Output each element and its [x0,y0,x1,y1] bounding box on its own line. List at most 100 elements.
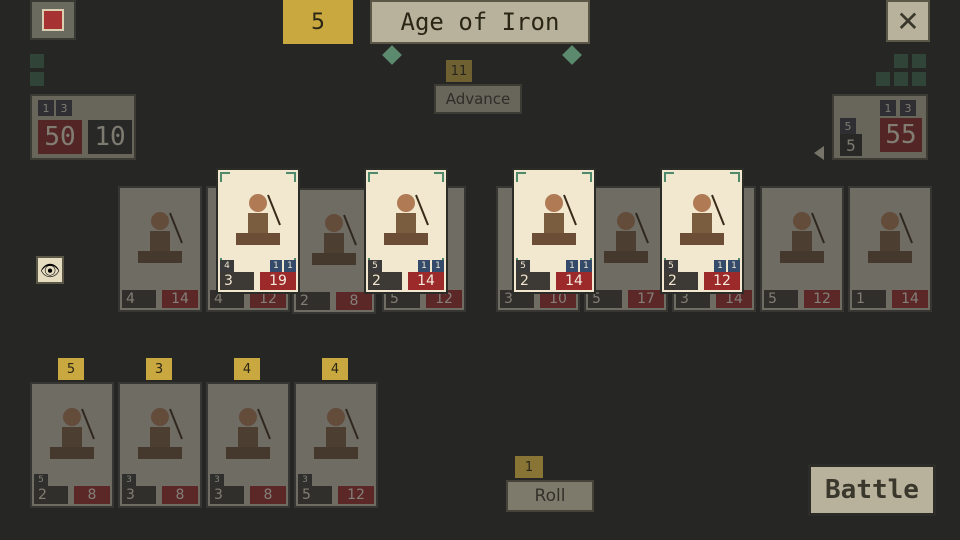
card-attack-value: 2 [38,487,47,503]
unit-icon [302,392,370,476]
card-level: 3 [122,474,136,486]
board-unit-card[interactable]: 5 1 1 2 14 [512,168,596,294]
card-attack: 2 [34,486,68,504]
background-unit-card[interactable]: 1 14 [848,186,932,312]
card-range: 1 [566,260,578,272]
card-attack-value: 2 [300,293,309,309]
board-unit-card[interactable]: 5 1 1 2 14 [364,168,448,294]
card-level: 5 [368,260,382,272]
card-attack-value: 2 [668,273,677,289]
slot-indicator [894,54,908,68]
card-level: 3 [298,474,312,486]
slot-indicator [912,72,926,86]
background-unit-card[interactable]: 5 12 [760,186,844,312]
slot-indicator [30,72,44,86]
unit-icon [126,392,194,476]
card-level: 4 [220,260,234,272]
card-attack-value: 2 [372,273,381,289]
unit-icon [300,198,368,282]
card-level: 3 [210,474,224,486]
card-health: 12 [704,272,740,290]
card-attack: 2 [664,272,698,290]
card-attack: 3 [220,272,254,290]
hand-unit-card[interactable]: 33 8 [206,382,290,508]
slot-indicator [30,54,44,68]
card-attack: 2 [516,272,550,290]
hand-unit-card[interactable]: 3 5 12 [294,382,378,508]
unit-icon [126,196,194,280]
card-attack: 4 [122,290,156,308]
background-unit-card[interactable]: 4 14 [118,186,202,312]
card-attack-value: 2 [520,273,529,289]
card-attack: 2 [368,272,402,290]
player-left-rank: 3 [56,100,72,116]
card-health: 8 [250,486,286,504]
close-button[interactable]: ✕ [886,0,930,42]
card-level: 5 [34,474,48,486]
hand-unit-card[interactable]: 33 8 [118,382,202,508]
shield-icon [42,9,64,31]
player-right-gold: 5 [840,134,862,156]
card-health: 12 [338,486,374,504]
player-right-tier: 1 [880,100,896,116]
board-unit-card[interactable]: 5 1 1 2 12 [660,168,744,294]
unit-icon [214,392,282,476]
battle-button[interactable]: Battle [808,464,936,516]
menu-shield-button[interactable] [30,0,76,40]
card-attack-value: 4 [126,291,135,307]
advance-button[interactable]: Advance [434,84,522,114]
eye-toggle-button[interactable]: 👁 [36,256,64,284]
card-speed: 1 [728,260,740,272]
turn-counter: 5 [283,0,353,44]
card-attack: 2 [296,292,330,310]
card-level: 5 [664,260,678,272]
card-health: 8 [74,486,110,504]
card-range: 1 [418,260,430,272]
card-attack-value: 3 [214,487,223,503]
advance-cost: 11 [446,60,472,82]
unit-icon [592,196,660,280]
player-right-level: 5 [840,118,856,134]
card-health: 17 [628,290,664,308]
card-health: 8 [336,292,372,310]
card-health: 14 [892,290,928,308]
unit-icon [38,392,106,476]
hand-card-cost: 5 [58,358,84,380]
card-range-badges: 11 [714,260,740,272]
player-left-tier: 1 [38,100,54,116]
player-right-rank: 3 [900,100,916,116]
slot-indicator [912,54,926,68]
age-title: Age of Iron [370,0,590,44]
pin-icon [382,45,402,65]
card-range: 1 [714,260,726,272]
card-health: 14 [556,272,592,290]
card-range-badges: 11 [566,260,592,272]
turn-pointer-icon [814,146,824,160]
card-attack-value: 3 [224,273,233,289]
hand-card-cost: 3 [146,358,172,380]
roll-cost: 1 [515,456,543,478]
player-right-life: 55 [880,118,922,152]
card-range: 1 [270,260,282,272]
player-left-panel: 1 3 50 10 [30,94,136,160]
player-left-gold: 10 [88,120,132,154]
card-attack: 5 [764,290,798,308]
card-health: 14 [162,290,198,308]
card-health: 8 [162,486,198,504]
card-attack: 5 [298,486,332,504]
card-health: 19 [260,272,296,290]
chariot-archer-icon [372,178,440,262]
card-speed: 1 [432,260,444,272]
elephant-archer-icon [224,178,292,262]
unit-icon [856,196,924,280]
card-speed: 1 [284,260,296,272]
card-range-badges: 11 [270,260,296,272]
player-right-panel: 1 3 5 5 55 [832,94,928,160]
background-unit-card[interactable]: 5 17 [584,186,668,312]
board-unit-card[interactable]: 4 1 1 3 19 [216,168,300,294]
slot-indicator [876,72,890,86]
card-attack-value: 1 [856,291,865,307]
roll-button[interactable]: Roll [506,480,594,512]
card-attack-value: 5 [302,487,311,503]
hand-unit-card[interactable]: 52 8 [30,382,114,508]
